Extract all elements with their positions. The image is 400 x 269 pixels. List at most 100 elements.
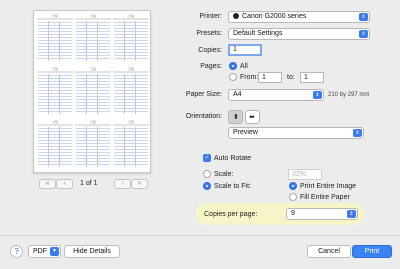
mini-page-column-line <box>97 21 98 61</box>
mini-page-header-text: 日程 <box>127 67 134 71</box>
mini-page-line <box>114 134 148 135</box>
mini-page-line <box>38 108 72 109</box>
help-button[interactable]: ? <box>10 245 23 258</box>
mini-page-line <box>38 158 72 159</box>
mini-page-header-text: 日程 <box>51 14 58 18</box>
mini-page-line <box>76 99 110 100</box>
mini-page-line <box>38 55 72 56</box>
mini-page-line <box>38 49 72 50</box>
mini-page-line <box>76 161 110 162</box>
print-button[interactable]: Print <box>352 245 392 258</box>
pages-all-label: All <box>240 63 248 70</box>
mini-page-line <box>38 111 72 112</box>
paper-size-value: A4 <box>233 91 242 98</box>
mini-page-header <box>113 71 149 73</box>
printer-select[interactable]: Canon G2000 series ⇕ <box>228 11 370 23</box>
mini-page-header <box>75 71 111 73</box>
pdf-menu-button[interactable]: PDF ▼ <box>28 245 61 258</box>
copies-field[interactable]: 1 <box>228 44 262 56</box>
mini-page-line <box>114 22 148 23</box>
presets-select[interactable]: Default Settings ⇕ <box>228 28 370 40</box>
scale-radio[interactable] <box>203 170 211 178</box>
mini-page-line <box>114 155 148 156</box>
last-page-button[interactable]: » <box>131 179 148 189</box>
mini-page: 日程 <box>113 68 149 116</box>
mini-page-line <box>114 58 148 59</box>
mini-page-line <box>38 81 72 82</box>
mini-page-header <box>113 124 149 126</box>
copies-per-page-value: 9 <box>291 210 295 217</box>
auto-rotate-checkbox[interactable]: ✓ <box>203 154 211 162</box>
mini-page-line <box>76 84 110 85</box>
landscape-orientation-button[interactable]: ⬌ <box>245 110 260 124</box>
mini-page-line <box>114 158 148 159</box>
section-select[interactable]: Preview ⇕ <box>228 127 364 139</box>
mini-page-line <box>76 52 110 53</box>
previous-page-button[interactable]: ‹ <box>56 179 73 189</box>
pages-to-label: to: <box>287 74 295 81</box>
mini-page-line <box>38 90 72 91</box>
mini-page: 日程 <box>37 121 73 169</box>
mini-page-line <box>38 137 72 138</box>
paper-size-select[interactable]: A4 ⇕ <box>228 89 324 101</box>
mini-page-column-line <box>135 127 136 167</box>
pages-to-field[interactable]: 1 <box>300 72 324 83</box>
hide-details-button[interactable]: Hide Details <box>64 245 120 258</box>
mini-page-line <box>38 140 72 141</box>
mini-page-line <box>76 25 110 26</box>
mini-page-line <box>76 58 110 59</box>
first-page-button[interactable]: « <box>39 179 56 189</box>
scale-to-fit-radio[interactable] <box>203 182 211 190</box>
pages-from-label: From: <box>240 74 259 81</box>
mini-page-line <box>114 128 148 129</box>
mini-page: 日程 <box>75 15 111 63</box>
mini-page-line <box>114 78 148 79</box>
next-page-button[interactable]: › <box>114 179 131 189</box>
pages-from-field[interactable]: 1 <box>258 72 282 83</box>
mini-page-line <box>114 164 148 165</box>
mini-page-line <box>114 75 148 76</box>
mini-page-line <box>76 34 110 35</box>
mini-page-line <box>114 99 148 100</box>
print-entire-image-radio[interactable] <box>289 182 297 190</box>
mini-page-column-line <box>48 74 49 114</box>
paper-size-label: Paper Size: <box>185 91 222 98</box>
mini-page-line <box>114 152 148 153</box>
mini-page-line <box>38 40 72 41</box>
mini-page-line <box>114 25 148 26</box>
pages-label: Pages: <box>200 63 222 70</box>
mini-page-line <box>76 31 110 32</box>
mini-page-line <box>76 93 110 94</box>
cancel-button[interactable]: Cancel <box>307 245 351 258</box>
mini-page-line <box>114 34 148 35</box>
mini-page-line <box>114 81 148 82</box>
print-preview-page: 日程 日程 日程 日程 日程 日程 日程 日程 日程 <box>33 10 151 173</box>
mini-page-line <box>76 49 110 50</box>
mini-page-line <box>114 46 148 47</box>
fill-entire-paper-radio[interactable] <box>289 193 297 201</box>
mini-page-line <box>114 146 148 147</box>
mini-page-header-text: 日程 <box>89 14 96 18</box>
mini-page-line <box>76 105 110 106</box>
scale-field[interactable]: 32% <box>288 169 322 180</box>
chevron-updown-icon: ⇕ <box>359 30 368 38</box>
mini-page-line <box>76 55 110 56</box>
pages-from-radio[interactable] <box>229 73 237 81</box>
mini-page-line <box>38 155 72 156</box>
presets-label: Presets: <box>196 30 222 37</box>
section-value: Preview <box>233 129 258 136</box>
portrait-icon: ⬍ <box>233 114 239 121</box>
mini-page-line <box>76 158 110 159</box>
mini-page-line <box>76 87 110 88</box>
copies-per-page-select[interactable]: 9 ⇕ <box>286 208 358 220</box>
mini-page-line <box>76 164 110 165</box>
orientation-label: Orientation: <box>185 113 222 120</box>
mini-page-line <box>76 37 110 38</box>
mini-page-column-line <box>59 127 60 167</box>
mini-page-column-line <box>97 127 98 167</box>
portrait-orientation-button[interactable]: ⬍ <box>228 110 243 124</box>
landscape-icon: ⬌ <box>249 114 255 121</box>
mini-page-line <box>38 84 72 85</box>
mini-page-line <box>38 146 72 147</box>
pages-all-radio[interactable] <box>229 62 237 70</box>
